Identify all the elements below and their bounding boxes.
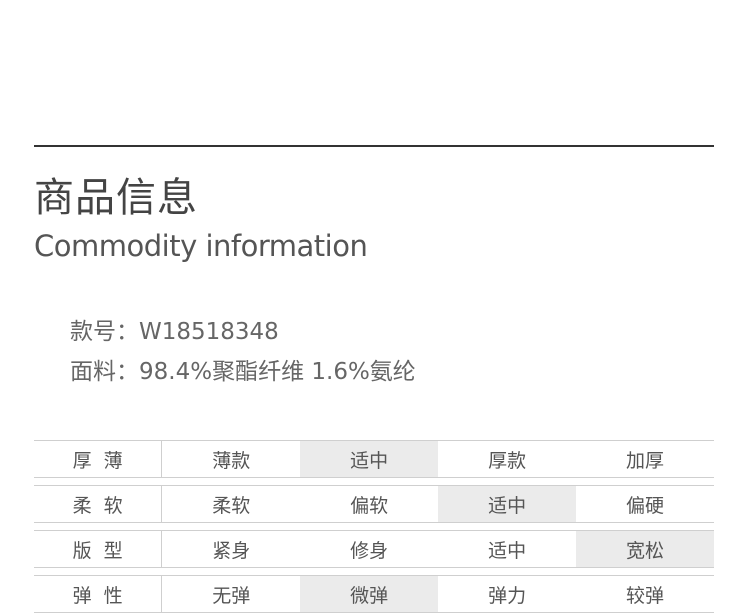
attribute-option: 偏软 — [350, 494, 389, 517]
section-title-en: Commodity information — [34, 229, 368, 263]
attribute-option-selected: 适中 — [300, 441, 439, 477]
attribute-row-fit: 版型 紧身 修身 适中 宽松 — [34, 530, 715, 568]
attribute-option: 柔软 — [212, 494, 251, 517]
attribute-option-selected: 微弹 — [300, 576, 439, 612]
attribute-label: 柔软 — [34, 486, 163, 522]
attribute-option: 修身 — [350, 539, 389, 562]
attribute-option: 适中 — [488, 539, 527, 562]
attribute-option: 紧身 — [212, 539, 251, 562]
attribute-option: 无弹 — [212, 584, 251, 607]
attribute-row-thickness: 厚薄 薄款 适中 厚款 加厚 — [34, 440, 714, 478]
fabric-composition: 面料：98.4%聚酯纤维 1.6%氨纶 — [70, 359, 416, 385]
attribute-option: 加厚 — [626, 449, 665, 472]
section-title-cn: 商品信息 — [34, 175, 198, 221]
attribute-row-softness: 柔软 柔软 偏软 适中 偏硬 — [34, 485, 714, 523]
product-code: 款号：W18518348 — [70, 319, 279, 345]
attribute-option: 弹力 — [488, 584, 527, 607]
attribute-row-elasticity: 弹性 无弹 微弹 弹力 较弹 — [34, 575, 714, 613]
attribute-label: 弹性 — [34, 576, 163, 612]
attribute-table: 厚薄 薄款 适中 厚款 加厚 柔软 柔软 偏软 适中 偏硬 版型 紧身 修身 适… — [34, 440, 715, 613]
attribute-option-selected: 宽松 — [576, 531, 715, 567]
attribute-label: 厚薄 — [34, 441, 163, 477]
top-divider — [34, 145, 714, 147]
attribute-option: 偏硬 — [626, 494, 665, 517]
attribute-option: 较弹 — [626, 584, 665, 607]
attribute-option: 薄款 — [212, 449, 251, 472]
attribute-label: 版型 — [34, 531, 163, 567]
attribute-option-selected: 适中 — [438, 486, 577, 522]
attribute-option: 厚款 — [488, 449, 527, 472]
